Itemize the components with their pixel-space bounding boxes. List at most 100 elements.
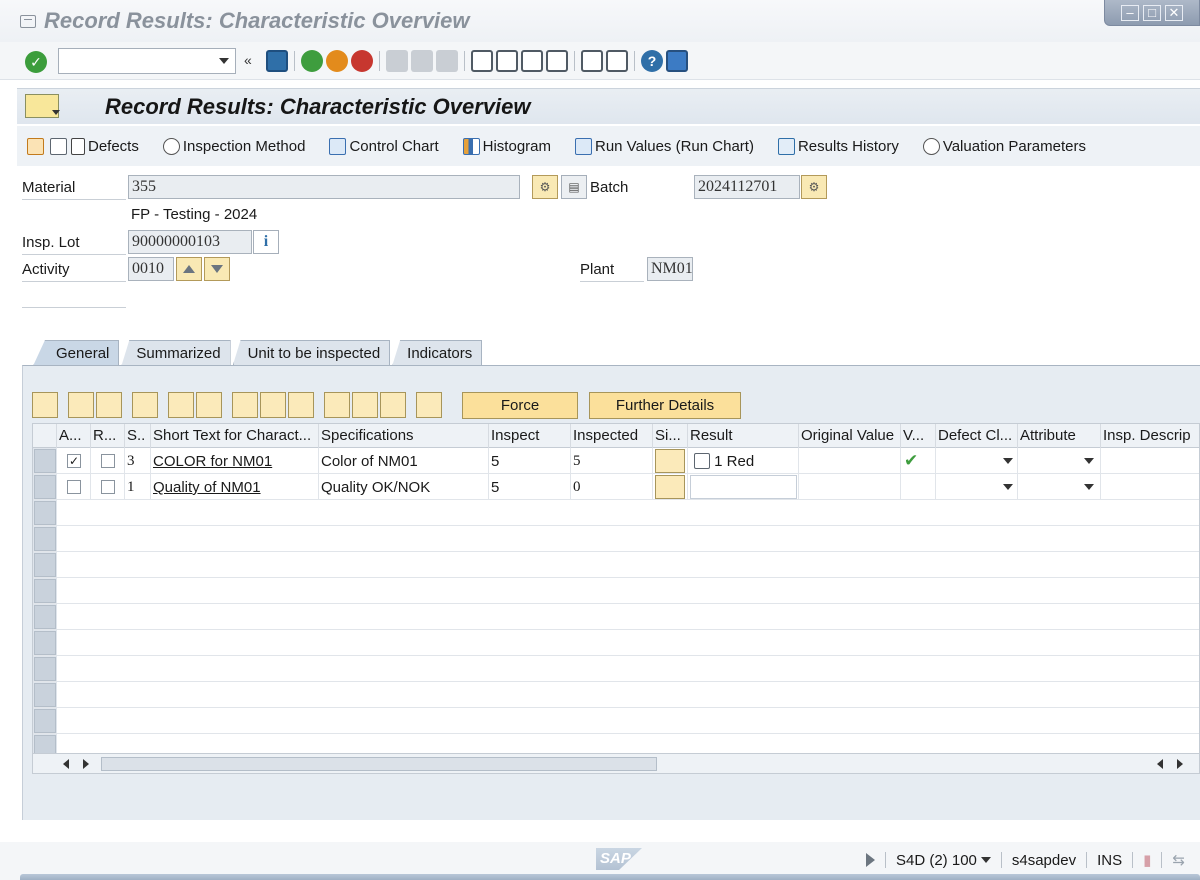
column-header-defect-class[interactable]: Defect Cl... (936, 424, 1018, 448)
cell-defect-class[interactable] (936, 448, 1018, 474)
cell-defect-class[interactable] (936, 474, 1018, 500)
last-page-icon[interactable] (546, 50, 568, 72)
material-field[interactable]: 355 (128, 175, 520, 199)
tab-indicators[interactable]: Indicators (392, 340, 483, 366)
column-header-attribute[interactable]: Attribute (1018, 424, 1101, 448)
attribute-dropdown-icon[interactable] (1084, 458, 1094, 464)
batch-display-icon[interactable]: ⚙ (801, 175, 827, 199)
next-page-icon[interactable] (521, 50, 543, 72)
details-icon[interactable] (32, 392, 58, 418)
lock-closed-icon[interactable] (416, 392, 442, 418)
a-checkbox[interactable]: ✓ (67, 454, 81, 468)
column-header-s[interactable]: S.. (125, 424, 151, 448)
first-page-icon[interactable] (471, 50, 493, 72)
activity-down-icon[interactable] (204, 257, 230, 281)
configure-icon[interactable] (232, 392, 258, 418)
window-menu-icon[interactable] (20, 14, 36, 28)
select-all-icon[interactable] (68, 392, 94, 418)
calendar-icon[interactable] (352, 392, 378, 418)
valuation-parameters-button[interactable]: Valuation Parameters (922, 137, 1086, 155)
save-icon[interactable] (266, 50, 288, 72)
cell-attribute[interactable] (1018, 474, 1101, 500)
r-checkbox[interactable] (101, 454, 115, 468)
cell-short-text-link[interactable]: Quality of NM01 (151, 474, 319, 500)
column-header-r[interactable]: R... (91, 424, 125, 448)
a-checkbox[interactable] (67, 480, 81, 494)
defects-button[interactable]: Defects (71, 137, 139, 155)
run-chart-button[interactable]: Run Values (Run Chart) (575, 137, 754, 155)
cell-insp-description[interactable] (1101, 448, 1199, 474)
plant-field[interactable]: NM01 (647, 257, 693, 281)
material-details-icon[interactable]: ⚙ (532, 175, 558, 199)
column-header-a[interactable]: A... (57, 424, 91, 448)
cell-original-value[interactable] (799, 474, 901, 500)
other-characteristics-button[interactable] (27, 137, 44, 155)
activity-up-icon[interactable] (176, 257, 202, 281)
column-header-short-text[interactable]: Short Text for Charact... (151, 424, 319, 448)
single-results-icon[interactable] (655, 449, 685, 473)
scrollbar-thumb[interactable] (101, 757, 657, 771)
cell-attribute[interactable] (1018, 448, 1101, 474)
sort-descending-icon[interactable] (168, 392, 194, 418)
system-dropdown-icon[interactable] (980, 857, 991, 863)
calculator-icon[interactable] (324, 392, 350, 418)
further-details-button[interactable]: Further Details (589, 392, 741, 419)
scroll-right-icon[interactable] (83, 759, 89, 769)
scroll-left-end-icon[interactable] (1157, 759, 1163, 769)
cell-result[interactable] (688, 474, 799, 500)
insert-mode[interactable]: INS (1097, 852, 1122, 869)
single-results-icon[interactable] (655, 475, 685, 499)
column-header-original-value[interactable]: Original Value (799, 424, 901, 448)
find-icon[interactable] (411, 50, 433, 72)
defect-class-dropdown-icon[interactable] (1003, 458, 1013, 464)
status-expand-icon[interactable] (866, 853, 875, 867)
result-value[interactable]: 1 Red (714, 453, 754, 470)
collapse-command-icon[interactable]: « (244, 52, 252, 68)
cancel-icon[interactable] (351, 50, 373, 72)
result-input[interactable] (690, 475, 797, 499)
scroll-right-end-icon[interactable] (1177, 759, 1183, 769)
maximize-icon[interactable]: □ (1143, 4, 1161, 21)
activity-field[interactable]: 0010 (128, 257, 174, 281)
print-icon[interactable] (386, 50, 408, 72)
close-icon[interactable]: ✕ (1165, 4, 1183, 21)
info-icon[interactable]: i (253, 230, 279, 254)
sample-button[interactable] (50, 137, 67, 155)
minimize-icon[interactable]: – (1121, 4, 1139, 21)
column-header-inspected[interactable]: Inspected (571, 424, 653, 448)
horizontal-scrollbar[interactable] (32, 754, 1200, 774)
find-next-icon[interactable] (436, 50, 458, 72)
insp-lot-field[interactable]: 90000000103 (128, 230, 252, 254)
insp-description-input[interactable] (1103, 449, 1198, 473)
lock-icon[interactable] (260, 392, 286, 418)
help-icon[interactable]: ? (641, 50, 663, 72)
command-field[interactable] (58, 48, 236, 74)
cell-original-value[interactable] (799, 448, 901, 474)
sort-ascending-icon[interactable] (196, 392, 222, 418)
column-header-valuation[interactable]: V... (901, 424, 936, 448)
defect-class-dropdown-icon[interactable] (1003, 484, 1013, 490)
unlock-icon[interactable] (288, 392, 314, 418)
back-icon[interactable] (301, 50, 323, 72)
results-history-button[interactable]: Results History (777, 137, 899, 155)
exit-icon[interactable] (326, 50, 348, 72)
scroll-left-icon[interactable] (63, 759, 69, 769)
batch-details-icon[interactable]: ▤ (561, 175, 587, 199)
column-header-inspect[interactable]: Inspect (489, 424, 571, 448)
control-chart-button[interactable]: Control Chart (329, 137, 439, 155)
menu-icon[interactable] (25, 94, 60, 118)
histogram-button[interactable]: Histogram (462, 137, 551, 155)
previous-page-icon[interactable] (496, 50, 518, 72)
command-history-dropdown-icon[interactable] (219, 58, 229, 64)
deselect-all-icon[interactable] (96, 392, 122, 418)
column-header-result[interactable]: Result (688, 424, 799, 448)
valuation-icon[interactable] (380, 392, 406, 418)
tab-general[interactable]: General (33, 340, 120, 366)
r-checkbox[interactable] (101, 480, 115, 494)
inspection-method-button[interactable]: Inspection Method (162, 137, 305, 155)
cell-insp-description[interactable] (1101, 474, 1199, 500)
column-header-specifications[interactable]: Specifications (319, 424, 489, 448)
tab-summarized[interactable]: Summarized (121, 340, 231, 366)
insert-row-icon[interactable] (132, 392, 158, 418)
attribute-dropdown-icon[interactable] (1084, 484, 1094, 490)
